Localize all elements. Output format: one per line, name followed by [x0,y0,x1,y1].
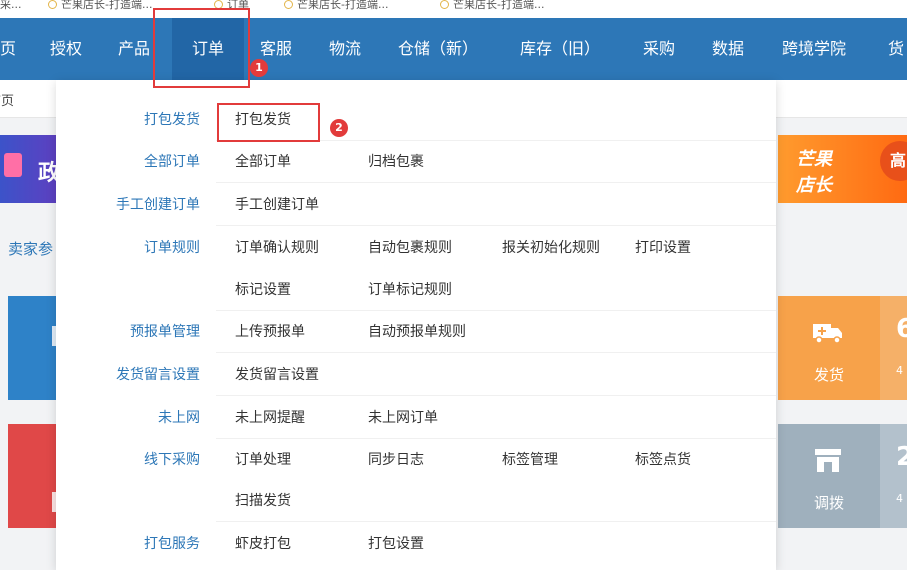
bookmark-label: 芒果店长-打造端... [297,0,389,11]
store-icon [815,449,841,472]
banner-brand-line2: 店长 [796,175,832,196]
menu-row: 预报单管理 上传预报单 自动预报单规则 [56,311,776,353]
screen-graphic [4,153,22,177]
menu-link[interactable]: 同步日志 [368,439,424,481]
menu-category[interactable]: 打包发货 [56,99,200,141]
menu-link[interactable]: 订单标记规则 [368,269,452,311]
row-divider [216,182,776,183]
nav-item-authorize[interactable]: 授权 [50,18,82,80]
promo-banner-left[interactable]: 政 [0,135,60,203]
ship-tile[interactable]: 发货 [778,296,880,400]
menu-row: 全部订单 全部订单 归档包裹 [56,141,776,183]
truck-icon [813,324,842,344]
menu-link[interactable]: 报关初始化规则 [502,227,600,269]
menu-link[interactable]: 未上网订单 [368,397,438,439]
menu-link[interactable]: 标记设置 [235,269,291,311]
bookmark-item[interactable]: 芒果店长-打造端... [440,0,544,12]
menu-row: 标记设置 订单标记规则 [56,269,776,311]
transfer-tile[interactable]: 调拨 [778,424,880,528]
nav-item-goods[interactable]: 货 [888,18,904,80]
menu-link[interactable]: 虾皮打包 [235,523,291,565]
menu-link[interactable]: 全部订单 [235,141,291,183]
menu-row: 线下采购 订单处理 同步日志 标签管理 标签点货 [56,439,776,481]
menu-row: 扫描发货 [56,480,776,522]
menu-link[interactable]: 自动包裹规则 [368,227,452,269]
step-badge-2: 2 [330,119,348,137]
bookmark-item[interactable]: 采... [0,0,22,12]
nav-item-inventory-old[interactable]: 库存（旧） [520,18,600,80]
orders-dropdown-menu: 打包发货 打包发货 全部订单 全部订单 归档包裹 手工创建订单 手工创建订单 订… [56,80,776,570]
menu-category[interactable]: 打包服务 [56,523,200,565]
menu-link[interactable]: 订单确认规则 [235,227,319,269]
row-divider [216,395,776,396]
menu-category[interactable]: 预报单管理 [56,311,200,353]
menu-category[interactable]: 全部订单 [56,141,200,183]
bookmark-item[interactable]: 芒果店长-打造端... [48,0,152,12]
menu-link[interactable]: 归档包裹 [368,141,424,183]
breadcrumb[interactable]: 首页 [0,90,14,109]
menu-link[interactable]: 标签管理 [502,439,558,481]
menu-link[interactable]: 自动预报单规则 [368,311,466,353]
transfer-subcount: 4 [896,492,903,505]
menu-row: 打包发货 打包发货 [56,99,776,141]
bookmark-icon [440,0,449,9]
banner-badge-text: 高 [890,151,907,170]
top-nav: 页 授权 产品 订单 客服 物流 仓储（新） 库存（旧） 采购 数据 跨境学院 … [0,18,907,80]
menu-link[interactable]: 未上网提醒 [235,397,305,439]
nav-item-purchase[interactable]: 采购 [643,18,675,80]
stat-tile-blue[interactable] [8,296,58,400]
bookmark-label: 采... [0,0,22,11]
nav-item-data[interactable]: 数据 [712,18,744,80]
menu-link[interactable]: 上传预报单 [235,311,305,353]
bookmark-label: 芒果店长-打造端... [453,0,545,11]
row-divider [216,352,776,353]
menu-row: 发货留言设置 发货留言设置 [56,354,776,396]
menu-link[interactable]: 打印设置 [635,227,691,269]
transfer-stats: 2 4 [880,424,907,528]
nav-item-products[interactable]: 产品 [118,18,150,80]
row-divider [216,225,776,226]
menu-row: 手工创建订单 手工创建订单 [56,184,776,226]
ship-subcount: 4 [896,364,903,377]
menu-link[interactable]: 打包设置 [368,523,424,565]
section-title: 卖家参 [8,240,54,258]
highlight-box-orders [153,8,250,88]
transfer-count: 2 [896,442,907,472]
bookmarks-bar: 采... 芒果店长-打造端... 订单 芒果店长-打造端... 芒果店长-打造端… [0,0,907,18]
bookmark-icon [284,0,293,9]
menu-row: 未上网 未上网提醒 未上网订单 [56,397,776,439]
bookmark-item[interactable]: 芒果店长-打造端... [284,0,388,12]
nav-item-warehouse-new[interactable]: 仓储（新） [398,18,478,80]
promo-banner-right[interactable]: 芒果 店长 高 [778,135,907,203]
menu-link[interactable]: 扫描发货 [235,480,291,522]
stat-tile-red[interactable] [8,424,58,528]
menu-category[interactable]: 线下采购 [56,439,200,481]
menu-link[interactable]: 标签点货 [635,439,691,481]
menu-category[interactable]: 订单规则 [56,227,200,269]
bookmark-icon [48,0,57,9]
ship-stats: 6 4 [880,296,907,400]
menu-category[interactable]: 手工创建订单 [56,184,200,226]
menu-link[interactable]: 发货留言设置 [235,354,319,396]
highlight-box-pack-ship [217,103,320,142]
row-divider [216,521,776,522]
menu-category[interactable]: 发货留言设置 [56,354,200,396]
nav-item-logistics[interactable]: 物流 [329,18,361,80]
nav-item-academy[interactable]: 跨境学院 [782,18,846,80]
banner-brand-line1: 芒果 [796,149,832,170]
menu-link[interactable]: 订单处理 [235,439,291,481]
menu-row: 打包服务 虾皮打包 打包设置 [56,523,776,565]
nav-item-home[interactable]: 页 [0,18,16,80]
step-badge-1: 1 [250,59,268,77]
ship-count: 6 [896,314,907,344]
bookmark-label: 芒果店长-打造端... [61,0,153,11]
menu-category[interactable]: 未上网 [56,397,200,439]
menu-link[interactable]: 手工创建订单 [235,184,319,226]
transfer-tile-label: 调拨 [813,494,844,512]
ship-tile-label: 发货 [813,366,844,384]
menu-row: 订单规则 订单确认规则 自动包裹规则 报关初始化规则 打印设置 [56,227,776,269]
